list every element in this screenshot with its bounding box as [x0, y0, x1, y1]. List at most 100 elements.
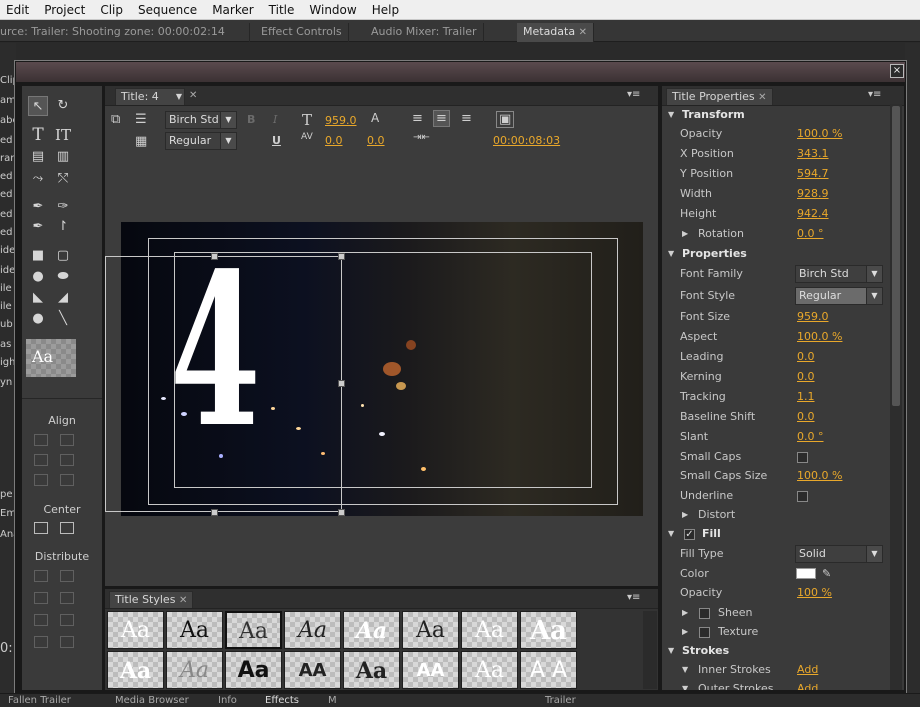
- delete-anchor-tool-icon[interactable]: ✑: [53, 197, 73, 217]
- eyedropper-icon[interactable]: ✎: [822, 565, 831, 583]
- properties-section[interactable]: ▼ Properties: [662, 245, 890, 263]
- add-anchor-tool-icon[interactable]: ✒: [28, 217, 48, 237]
- menu-marker[interactable]: Marker: [212, 3, 253, 17]
- bold-button[interactable]: B: [247, 113, 255, 126]
- tab-title-styles[interactable]: Title Styles ✕: [109, 591, 194, 608]
- sheen-checkbox[interactable]: [699, 608, 710, 619]
- dialog-close-button[interactable]: ×: [890, 64, 904, 78]
- close-icon[interactable]: ✕: [579, 27, 587, 38]
- roll-crawl-options-icon[interactable]: ☰: [135, 112, 147, 127]
- center-vertical-icon[interactable]: [60, 522, 74, 534]
- leading-value[interactable]: 0.0: [367, 134, 385, 147]
- height-value[interactable]: 942.4: [797, 205, 829, 223]
- timecode-value[interactable]: 00:00:08:03: [493, 134, 560, 147]
- align-left-text-icon[interactable]: ≡: [412, 111, 423, 126]
- menu-help[interactable]: Help: [372, 3, 399, 17]
- baseline-shift-value[interactable]: 0.0: [797, 408, 815, 426]
- title-select[interactable]: Title: 4 ▼: [115, 88, 185, 105]
- kerning-value[interactable]: 0.0: [797, 368, 815, 386]
- tab-info[interactable]: Info: [218, 695, 237, 706]
- style-swatch[interactable]: Aa: [107, 611, 164, 649]
- font-family-select[interactable]: Birch Std ▼: [165, 111, 237, 129]
- x-position-value[interactable]: 343.1: [797, 145, 829, 163]
- path-type-tool-icon[interactable]: ⤳: [28, 169, 48, 189]
- align-left-icon[interactable]: [34, 434, 48, 446]
- menu-title[interactable]: Title: [269, 3, 295, 17]
- center-text-icon[interactable]: ≡: [433, 110, 450, 127]
- aspect-value[interactable]: 100.0 %: [797, 328, 842, 346]
- menu-window[interactable]: Window: [309, 3, 356, 17]
- distribute-horizontal-icon[interactable]: [34, 636, 48, 648]
- opacity-value[interactable]: 100.0 %: [797, 125, 842, 143]
- align-center-v-icon[interactable]: [60, 454, 74, 466]
- color-swatch[interactable]: [796, 568, 816, 579]
- slant-value[interactable]: 0.0 °: [797, 428, 824, 446]
- style-swatch[interactable]: Aa: [284, 611, 341, 649]
- tracking-value[interactable]: 1.1: [797, 388, 815, 406]
- style-swatch[interactable]: Aa: [343, 611, 400, 649]
- tab-project[interactable]: Fallen Trailer: [8, 695, 71, 706]
- texture-checkbox[interactable]: [699, 627, 710, 638]
- area-type-tool-icon[interactable]: ▤: [28, 147, 48, 167]
- align-right-icon[interactable]: [34, 474, 48, 486]
- style-swatch[interactable]: Aa: [225, 611, 282, 649]
- line-tool-icon[interactable]: ╲: [53, 309, 73, 329]
- font-style-dropdown[interactable]: Regular ▼: [795, 287, 883, 305]
- style-swatch[interactable]: Aa: [402, 611, 459, 649]
- tab-metadata[interactable]: Metadata ✕: [517, 23, 594, 42]
- menu-clip[interactable]: Clip: [100, 3, 123, 17]
- style-swatch[interactable]: Aa: [166, 651, 223, 689]
- center-horizontal-icon[interactable]: [34, 522, 48, 534]
- strokes-section[interactable]: ▼ Strokes: [662, 642, 890, 660]
- styles-scrollbar[interactable]: [643, 611, 657, 689]
- style-swatch[interactable]: Aa: [166, 611, 223, 649]
- align-right-text-icon[interactable]: ≡: [461, 111, 472, 126]
- resize-handle[interactable]: [211, 509, 218, 516]
- triangle-right-icon[interactable]: ▶: [682, 225, 688, 243]
- distribute-center-h-icon[interactable]: [34, 592, 48, 604]
- small-caps-checkbox[interactable]: [797, 452, 808, 463]
- outer-strokes-add[interactable]: Add: [797, 680, 818, 690]
- rounded-corner-tool-icon[interactable]: ⬬: [53, 267, 73, 287]
- panel-menu-icon[interactable]: ▾≡: [627, 592, 640, 603]
- distribute-right-icon[interactable]: [34, 614, 48, 626]
- style-swatch[interactable]: AA: [284, 651, 341, 689]
- underline-checkbox[interactable]: [797, 491, 808, 502]
- tab-effects[interactable]: Effects: [265, 695, 299, 706]
- vertical-type-tool-icon[interactable]: IT: [53, 125, 73, 145]
- show-background-video-icon[interactable]: ▣: [496, 111, 515, 128]
- transform-section[interactable]: ▼ Transform: [662, 106, 890, 124]
- distribute-bottom-icon[interactable]: [60, 614, 74, 626]
- tab-effect-controls[interactable]: Effect Controls: [255, 23, 349, 42]
- new-title-icon[interactable]: ⧉: [111, 112, 120, 127]
- style-swatch[interactable]: A A: [520, 651, 577, 689]
- tab-stops-icon[interactable]: ⇥⇤: [413, 132, 430, 143]
- style-swatch[interactable]: AA: [402, 651, 459, 689]
- style-swatch[interactable]: Aa: [107, 651, 164, 689]
- triangle-down-icon[interactable]: ▼: [682, 661, 688, 679]
- fill-section[interactable]: ▼ ✓ Fill: [662, 525, 890, 543]
- scrollbar-thumb[interactable]: [892, 106, 900, 406]
- ellipse-small-tool-icon[interactable]: ●: [28, 309, 48, 329]
- style-swatch[interactable]: Aa: [225, 651, 282, 689]
- kerning-value[interactable]: 0.0: [325, 134, 343, 147]
- close-icon[interactable]: ✕: [758, 92, 766, 103]
- tab-source[interactable]: urce: Trailer: Shooting zone: 00:00:02:1…: [0, 23, 250, 42]
- small-caps-size-value[interactable]: 100.0 %: [797, 467, 842, 485]
- distribute-left-icon[interactable]: [34, 570, 48, 582]
- convert-anchor-tool-icon[interactable]: ↾: [53, 217, 73, 237]
- italic-button[interactable]: I: [273, 113, 277, 126]
- vertical-area-type-tool-icon[interactable]: ▥: [53, 147, 73, 167]
- fill-type-dropdown[interactable]: Solid ▼: [795, 545, 883, 563]
- rectangle-tool-icon[interactable]: ■: [28, 246, 48, 266]
- panel-menu-icon[interactable]: ▾≡: [627, 89, 640, 100]
- tab-media-browser[interactable]: Media Browser: [115, 695, 189, 706]
- triangle-right-icon[interactable]: ▶: [682, 604, 688, 622]
- rotation-tool-icon[interactable]: ↻: [53, 96, 73, 116]
- font-style-select[interactable]: Regular ▼: [165, 132, 237, 150]
- style-swatch[interactable]: Aa: [461, 611, 518, 649]
- tab-timeline-trailer[interactable]: Trailer: [545, 695, 576, 706]
- resize-handle[interactable]: [338, 253, 345, 260]
- wedge-tool-icon[interactable]: ◣: [28, 288, 48, 308]
- resize-handle[interactable]: [338, 509, 345, 516]
